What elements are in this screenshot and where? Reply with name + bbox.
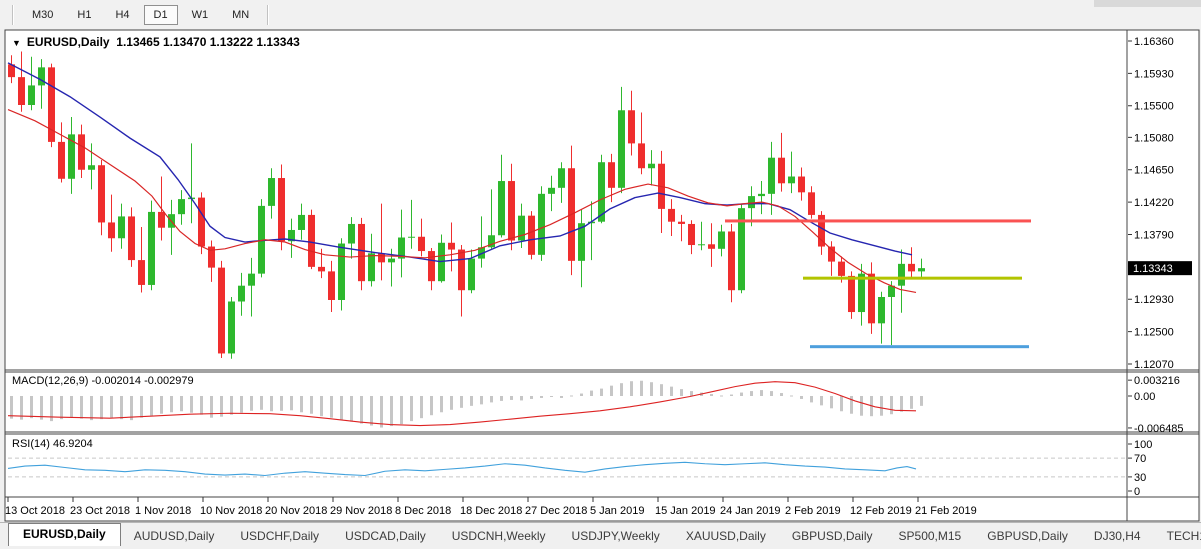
svg-text:20 Nov 2018: 20 Nov 2018	[265, 505, 327, 517]
svg-text:1.12070: 1.12070	[1134, 359, 1174, 371]
svg-text:24 Jan 2019: 24 Jan 2019	[720, 505, 781, 517]
svg-text:1.14220: 1.14220	[1134, 197, 1174, 209]
svg-text:12 Feb 2019: 12 Feb 2019	[850, 505, 912, 517]
resistance-line-red[interactable]	[725, 219, 1031, 222]
svg-text:1.14650: 1.14650	[1134, 165, 1174, 177]
svg-text:1.12930: 1.12930	[1134, 294, 1174, 306]
svg-text:1.13343: 1.13343	[1133, 263, 1173, 275]
chart-tab-xauusd-daily[interactable]: XAUUSD,Daily	[673, 526, 779, 546]
svg-text:0.003216: 0.003216	[1134, 375, 1180, 387]
svg-text:13 Oct 2018: 13 Oct 2018	[5, 505, 65, 517]
svg-text:2 Feb 2019: 2 Feb 2019	[785, 505, 841, 517]
support-line-blue[interactable]	[810, 345, 1029, 348]
svg-text:-0.006485: -0.006485	[1134, 423, 1184, 435]
svg-text:1.15500: 1.15500	[1134, 101, 1174, 113]
rsi-name: RSI(14)	[12, 438, 50, 450]
mt4-window: M30H1H4D1W1MN 1.163601.159301.155001.150…	[0, 0, 1201, 549]
chart-tab-sp500-m15[interactable]: SP500,M15	[886, 526, 975, 546]
svg-text:1.15930: 1.15930	[1134, 68, 1174, 80]
svg-text:1.16360: 1.16360	[1134, 36, 1174, 48]
svg-text:0.00: 0.00	[1134, 391, 1155, 403]
svg-text:27 Dec 2018: 27 Dec 2018	[525, 505, 587, 517]
rsi-value: 46.9204	[53, 438, 93, 450]
svg-text:70: 70	[1134, 453, 1146, 465]
svg-text:5 Jan 2019: 5 Jan 2019	[590, 505, 644, 517]
current-price-tag: 1.13343	[1128, 261, 1192, 275]
svg-text:18 Dec 2018: 18 Dec 2018	[460, 505, 522, 517]
svg-text:15 Jan 2019: 15 Jan 2019	[655, 505, 716, 517]
svg-text:8 Dec 2018: 8 Dec 2018	[395, 505, 451, 517]
chart-tab-tech1[interactable]: TECH1	[1154, 526, 1201, 546]
chart-ohlc-values: 1.13465 1.13470 1.13222 1.13343	[116, 35, 300, 49]
svg-text:1.12500: 1.12500	[1134, 327, 1174, 339]
chart-tab-eurusd-daily[interactable]: EURUSD,Daily	[8, 523, 121, 546]
svg-text:1.15080: 1.15080	[1134, 132, 1174, 144]
rsi-indicator-label: RSI(14) 46.9204	[12, 438, 93, 450]
svg-text:30: 30	[1134, 472, 1146, 484]
svg-text:1 Nov 2018: 1 Nov 2018	[135, 505, 191, 517]
chart-tab-dj30-h4[interactable]: DJ30,H4	[1081, 526, 1154, 546]
svg-text:10 Nov 2018: 10 Nov 2018	[200, 505, 262, 517]
chart-tab-usdjpy-weekly[interactable]: USDJPY,Weekly	[559, 526, 673, 546]
chart-canvas: 1.16360 1.15930 1.15500 1.15080 1.14650 1.142…	[0, 0, 1201, 549]
support-line-yellow[interactable]	[803, 277, 1022, 280]
chart-tab-audusd-daily[interactable]: AUDUSD,Daily	[121, 526, 228, 546]
chart-symbol-period: EURUSD,Daily	[27, 35, 110, 49]
svg-text:29 Nov 2018: 29 Nov 2018	[330, 505, 392, 517]
chart-title: ▼ EURUSD,Daily 1.13465 1.13470 1.13222 1.…	[12, 35, 300, 49]
svg-text:0: 0	[1134, 486, 1140, 498]
chart-tab-usdcad-daily[interactable]: USDCAD,Daily	[332, 526, 439, 546]
chart-tab-gbpusd-daily[interactable]: GBPUSD,Daily	[779, 526, 886, 546]
macd-values: -0.002014 -0.002979	[91, 375, 193, 387]
macd-indicator-label: MACD(12,26,9) -0.002014 -0.002979	[12, 375, 194, 387]
chart-tab-bar: EURUSD,DailyAUDUSD,DailyUSDCHF,DailyUSDC…	[0, 522, 1201, 549]
chart-tab-usdchf-daily[interactable]: USDCHF,Daily	[227, 526, 332, 546]
chart-menu-arrow-icon[interactable]: ▼	[12, 38, 21, 48]
macd-name: MACD(12,26,9)	[12, 375, 88, 387]
chart-tab-gbpusd-daily[interactable]: GBPUSD,Daily	[974, 526, 1081, 546]
svg-text:23 Oct 2018: 23 Oct 2018	[70, 505, 130, 517]
svg-text:1.13790: 1.13790	[1134, 229, 1174, 241]
chart-background	[5, 30, 1199, 521]
svg-text:100: 100	[1134, 439, 1152, 451]
svg-text:21 Feb 2019: 21 Feb 2019	[915, 505, 977, 517]
chart-tab-usdcnh-weekly[interactable]: USDCNH,Weekly	[439, 526, 559, 546]
